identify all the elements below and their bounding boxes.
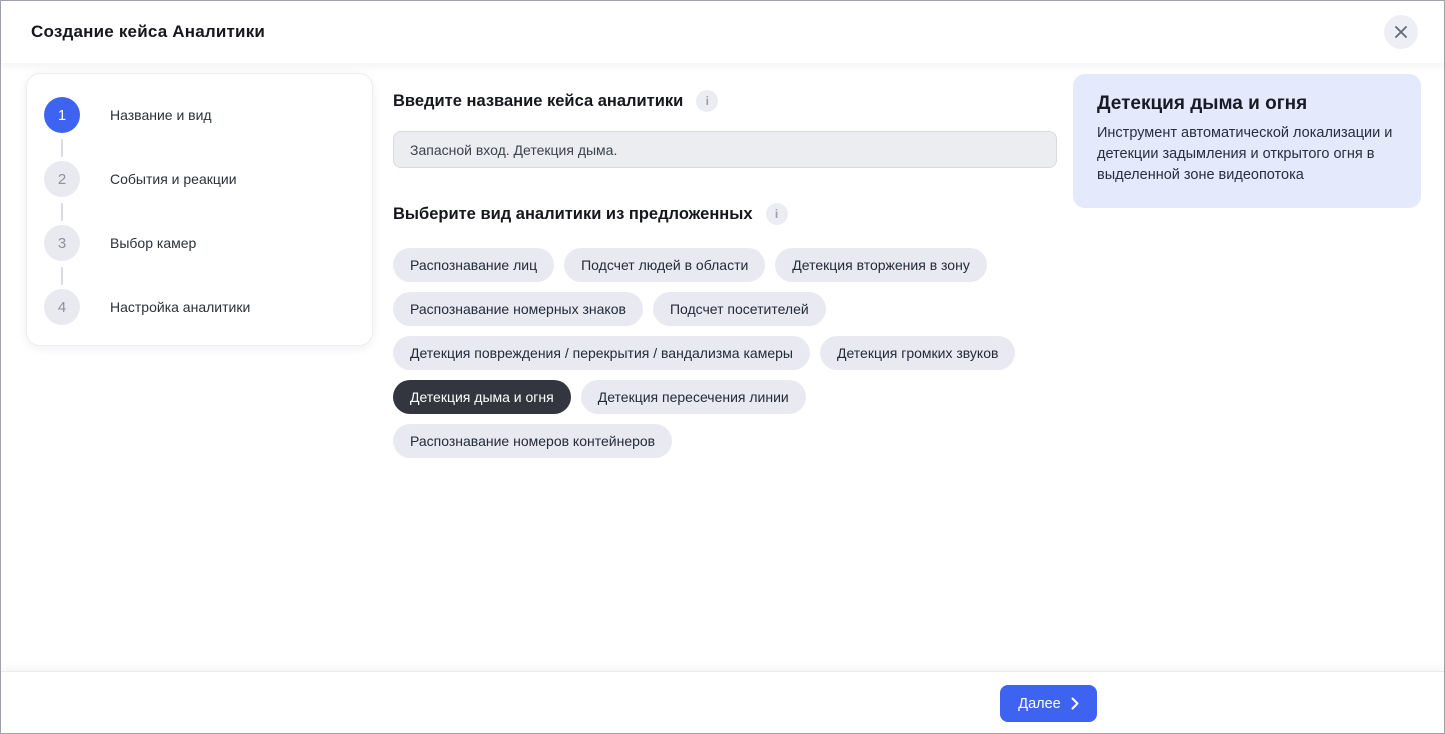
step-connector-line — [61, 267, 63, 285]
next-button[interactable]: Далее — [1000, 685, 1097, 722]
chevron-right-icon — [1071, 697, 1079, 710]
stepper-step-1[interactable]: 1 Название и вид — [27, 97, 372, 161]
analytics-type-chip[interactable]: Детекция пересечения линии — [581, 380, 806, 414]
analytics-type-chip[interactable]: Детекция вторжения в зону — [775, 248, 987, 282]
case-name-input[interactable] — [393, 131, 1057, 168]
step-label: События и реакции — [110, 171, 237, 187]
step-number-badge: 3 — [44, 225, 80, 261]
analytics-type-chip[interactable]: Распознавание номеров контейнеров — [393, 424, 672, 458]
next-button-label: Далее — [1018, 696, 1060, 712]
analytics-type-chip[interactable]: Детекция повреждения / перекрытия / ванд… — [393, 336, 810, 370]
analytics-type-chip[interactable]: Подсчет людей в области — [564, 248, 765, 282]
step-connector-line — [61, 139, 63, 157]
step-label: Название и вид — [110, 107, 212, 123]
name-section-label: Введите название кейса аналитики — [393, 92, 683, 111]
step-number-badge: 2 — [44, 161, 80, 197]
step-number-badge: 1 — [44, 97, 80, 133]
modal-title: Создание кейса Аналитики — [31, 22, 265, 42]
name-section-header: Введите название кейса аналитики i — [393, 90, 718, 112]
analytics-type-chip-selected[interactable]: Детекция дыма и огня — [393, 380, 571, 414]
analytics-type-chip[interactable]: Подсчет посетителей — [653, 292, 826, 326]
analytics-info-panel: Детекция дыма и огня Инструмент автомати… — [1073, 74, 1421, 208]
close-icon — [1394, 25, 1408, 39]
stepper-step-2[interactable]: 2 События и реакции — [27, 161, 372, 225]
step-connector-line — [61, 203, 63, 221]
info-icon[interactable]: i — [696, 90, 718, 112]
type-section-label: Выберите вид аналитики из предложенных — [393, 205, 753, 224]
stepper-card: 1 Название и вид 2 События и реакции 3 Выбор … — [26, 73, 373, 346]
stepper-step-3[interactable]: 3 Выбор камер — [27, 225, 372, 289]
modal-footer: Далее — [1, 671, 1444, 733]
step-number-badge: 4 — [44, 289, 80, 325]
analytics-type-chips: Распознавание лиц Подсчет людей в области… — [393, 248, 1053, 458]
modal-header: Создание кейса Аналитики — [1, 1, 1444, 63]
stepper-step-4[interactable]: 4 Настройка аналитики — [27, 289, 372, 353]
analytics-type-chip[interactable]: Распознавание лиц — [393, 248, 554, 282]
step-label: Настройка аналитики — [110, 299, 250, 315]
type-section-header: Выберите вид аналитики из предложенных i — [393, 203, 788, 225]
info-icon[interactable]: i — [766, 203, 788, 225]
close-button[interactable] — [1384, 15, 1418, 49]
analytics-info-title: Детекция дыма и огня — [1097, 93, 1397, 115]
analytics-type-chip[interactable]: Распознавание номерных знаков — [393, 292, 643, 326]
analytics-type-chip[interactable]: Детекция громких звуков — [820, 336, 1015, 370]
step-label: Выбор камер — [110, 235, 196, 251]
stepper-list: 1 Название и вид 2 События и реакции 3 Выбор … — [27, 97, 372, 353]
analytics-info-description: Инструмент автоматической локализации и … — [1097, 123, 1397, 186]
